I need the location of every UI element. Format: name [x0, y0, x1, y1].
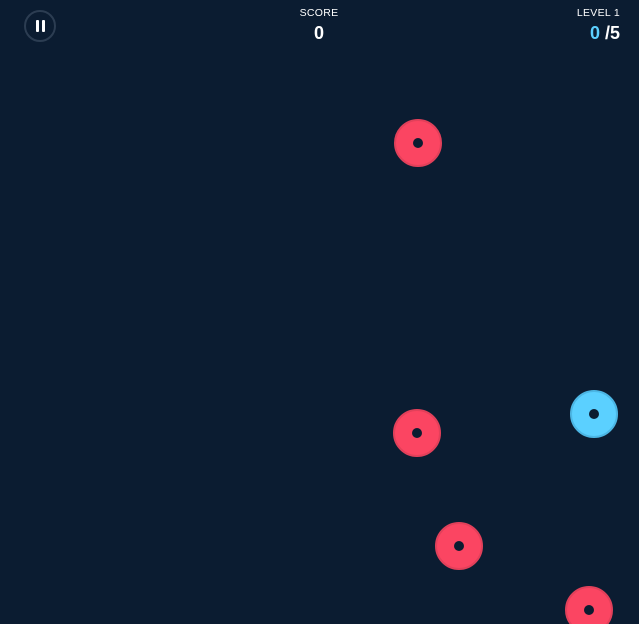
target-center [589, 409, 599, 419]
target-center [412, 428, 422, 438]
pause-icon-bar-left [36, 20, 39, 32]
red-target[interactable] [394, 119, 442, 167]
pause-button[interactable] [24, 10, 56, 42]
level-display: LEVEL 1 0/5 [577, 7, 620, 46]
red-target[interactable] [435, 522, 483, 570]
blue-target[interactable] [570, 390, 618, 438]
score-display: SCORE 0 [269, 7, 369, 46]
red-target[interactable] [565, 586, 613, 624]
level-current-count: 0 [589, 23, 600, 43]
level-label: LEVEL 1 [576, 7, 620, 19]
red-target[interactable] [393, 409, 441, 457]
score-value: 0 [313, 23, 324, 43]
target-center [413, 138, 423, 148]
target-center [454, 541, 464, 551]
level-progress: 0/5 [577, 20, 620, 46]
score-label: SCORE [299, 7, 339, 19]
pause-icon-bar-right [42, 20, 45, 32]
level-total-count: 5 [609, 23, 620, 43]
game-board[interactable]: SCORE 0 LEVEL 1 0/5 [0, 0, 639, 624]
target-center [584, 605, 594, 615]
